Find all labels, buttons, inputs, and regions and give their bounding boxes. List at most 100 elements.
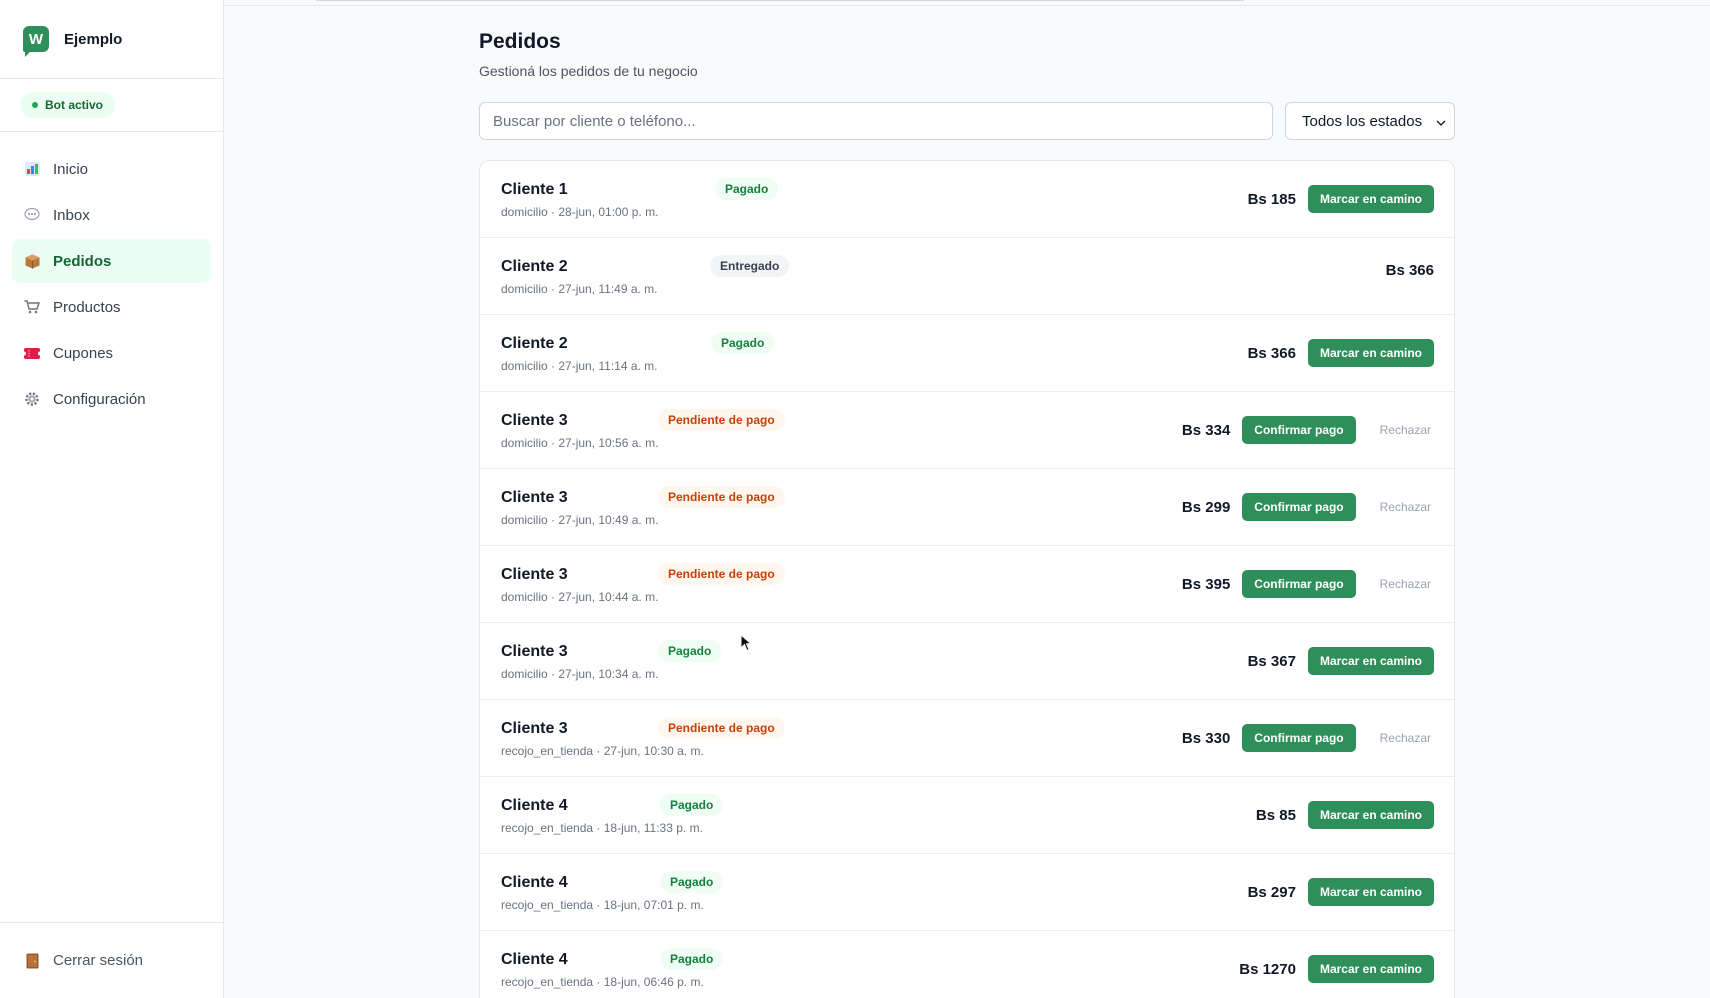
mark-on-the-way-button[interactable]: Marcar en camino [1307, 801, 1434, 829]
order-client-name: Cliente 4 [501, 797, 568, 814]
status-badge: Pendiente de pago [658, 409, 785, 431]
sidebar-item-configuracion[interactable]: Configuración [12, 377, 211, 421]
order-meta: domicilio · 27-jun, 10:49 a. m. [501, 513, 659, 527]
order-client-name: Cliente 4 [501, 951, 568, 968]
sidebar-item-pedidos[interactable]: Pedidos [12, 239, 211, 283]
status-filter-select[interactable]: Todos los estados [1285, 102, 1455, 140]
order-row[interactable]: Cliente 2 Pagado domicilio · 27-jun, 11:14… [480, 315, 1454, 392]
reject-button[interactable]: Rechazar [1380, 500, 1431, 514]
chat-bubble-icon [24, 207, 40, 223]
sidebar-item-label: Inbox [53, 206, 90, 224]
order-meta: domicilio · 27-jun, 11:49 a. m. [501, 282, 658, 296]
filters-bar: Todos los estados [479, 102, 1455, 140]
order-actions: Bs 366 Marcar en camino [1248, 339, 1434, 367]
sidebar-item-inicio[interactable]: Inicio [12, 147, 211, 191]
order-row[interactable]: Cliente 3 Pendiente de pago recojo_en_tien… [480, 700, 1454, 777]
page-subtitle: Gestioná los pedidos de tu negocio [479, 63, 698, 79]
status-badge: Pendiente de pago [658, 486, 785, 508]
status-badge: Entregado [710, 255, 790, 277]
order-row[interactable]: Cliente 4 Pagado recojo_en_tienda · 18-jun… [480, 931, 1454, 998]
order-meta: domicilio · 27-jun, 11:14 a. m. [501, 359, 658, 373]
sidebar: W Ejemplo Bot activo Inicio Inbox Pedido… [0, 0, 224, 998]
order-row[interactable]: Cliente 3 Pendiente de pago domicilio · 27… [480, 392, 1454, 469]
order-meta: domicilio · 27-jun, 10:56 a. m. [501, 436, 659, 450]
brand[interactable]: W Ejemplo [0, 0, 223, 79]
bot-status-label: Bot activo [45, 98, 104, 112]
order-amount: Bs 1270 [1239, 960, 1296, 978]
status-badge: Pagado [658, 640, 722, 662]
sidebar-nav: Inicio Inbox Pedidos Productos Cupones C… [0, 132, 223, 423]
order-meta: domicilio · 27-jun, 10:34 a. m. [501, 667, 659, 681]
status-badge: Pagado [660, 871, 724, 893]
mark-on-the-way-button[interactable]: Marcar en camino [1307, 878, 1434, 906]
status-badge: Pagado [711, 332, 775, 354]
mark-on-the-way-button[interactable]: Marcar en camino [1307, 647, 1434, 675]
app-root: W Ejemplo Bot activo Inicio Inbox Pedido… [0, 0, 1710, 998]
order-row[interactable]: Cliente 1 Pagado domicilio · 28-jun, 01:00… [480, 161, 1454, 238]
mark-on-the-way-button[interactable]: Marcar en camino [1307, 185, 1434, 213]
orders-page: Pedidos Gestioná los pedidos de tu negoc… [479, 30, 1455, 998]
order-row[interactable]: Cliente 4 Pagado recojo_en_tienda · 18-jun… [480, 777, 1454, 854]
sidebar-item-label: Cupones [53, 344, 114, 362]
order-client-name: Cliente 3 [501, 643, 568, 660]
order-row[interactable]: Cliente 3 Pendiente de pago domicilio · 27… [480, 546, 1454, 623]
order-row[interactable]: Cliente 4 Pagado recojo_en_tienda · 18-jun… [480, 854, 1454, 931]
order-amount: Bs 334 [1181, 421, 1231, 439]
sidebar-item-label: Configuración [53, 390, 146, 408]
bot-status-area: Bot activo [0, 79, 223, 132]
order-actions: Bs 395 Confirmar pago Rechazar [1182, 570, 1434, 598]
order-client-name: Cliente 3 [501, 412, 568, 429]
package-icon [24, 253, 40, 269]
order-amount: Bs 330 [1181, 729, 1231, 747]
confirm-payment-button[interactable]: Confirmar pago [1242, 493, 1356, 521]
chart-icon [24, 161, 40, 177]
order-meta: recojo_en_tienda · 27-jun, 10:30 a. m. [501, 744, 704, 758]
reject-button[interactable]: Rechazar [1380, 577, 1431, 591]
status-badge: Pagado [715, 178, 779, 200]
logout-button[interactable]: Cerrar sesión [0, 922, 223, 998]
order-client-name: Cliente 1 [501, 181, 568, 198]
order-meta: domicilio · 28-jun, 01:00 p. m. [501, 205, 659, 219]
mark-on-the-way-button[interactable]: Marcar en camino [1307, 955, 1434, 983]
order-amount: Bs 395 [1181, 575, 1231, 593]
order-meta: recojo_en_tienda · 18-jun, 06:46 p. m. [501, 975, 704, 989]
reject-button[interactable]: Rechazar [1380, 423, 1431, 437]
order-actions: Bs 297 Marcar en camino [1248, 878, 1434, 906]
main-content: Pedidos Gestioná los pedidos de tu negoc… [224, 0, 1710, 998]
status-badge: Pagado [660, 948, 724, 970]
sidebar-item-label: Inicio [53, 160, 89, 178]
confirm-payment-button[interactable]: Confirmar pago [1242, 724, 1356, 752]
bot-status-badge: Bot activo [20, 92, 116, 118]
order-meta: recojo_en_tienda · 18-jun, 11:33 p. m. [501, 821, 703, 835]
order-row[interactable]: Cliente 2 Entregado domicilio · 27-jun, 11… [480, 238, 1454, 315]
order-client-name: Cliente 4 [501, 874, 568, 891]
mark-on-the-way-button[interactable]: Marcar en camino [1307, 339, 1434, 367]
order-row[interactable]: Cliente 3 Pendiente de pago domicilio · 27… [480, 469, 1454, 546]
reject-button[interactable]: Rechazar [1380, 731, 1431, 745]
mouse-cursor-icon [740, 634, 752, 652]
page-title: Pedidos [479, 30, 561, 53]
order-actions: Bs 185 Marcar en camino [1248, 185, 1434, 213]
sidebar-item-label: Pedidos [53, 252, 112, 270]
order-amount: Bs 299 [1181, 498, 1231, 516]
sidebar-item-inbox[interactable]: Inbox [12, 193, 211, 237]
search-input[interactable] [479, 102, 1273, 140]
sidebar-item-productos[interactable]: Productos [12, 285, 211, 329]
order-actions: Bs 85 Marcar en camino [1256, 801, 1434, 829]
confirm-payment-button[interactable]: Confirmar pago [1242, 416, 1356, 444]
order-meta: recojo_en_tienda · 18-jun, 07:01 p. m. [501, 898, 704, 912]
order-actions: Bs 367 Marcar en camino [1248, 647, 1434, 675]
order-row[interactable]: Cliente 3 Pagado domicilio · 27-jun, 10:34… [480, 623, 1454, 700]
status-badge: Pendiente de pago [658, 563, 785, 585]
confirm-payment-button[interactable]: Confirmar pago [1242, 570, 1356, 598]
order-client-name: Cliente 3 [501, 566, 568, 583]
status-badge: Pagado [660, 794, 724, 816]
status-dot-icon [32, 102, 38, 108]
sidebar-item-cupones[interactable]: Cupones [12, 331, 211, 375]
cart-icon [24, 299, 40, 315]
order-client-name: Cliente 2 [501, 258, 568, 275]
ticket-icon [24, 345, 40, 361]
gear-icon [24, 391, 40, 407]
order-client-name: Cliente 2 [501, 335, 568, 352]
chevron-down-icon [1436, 113, 1446, 130]
